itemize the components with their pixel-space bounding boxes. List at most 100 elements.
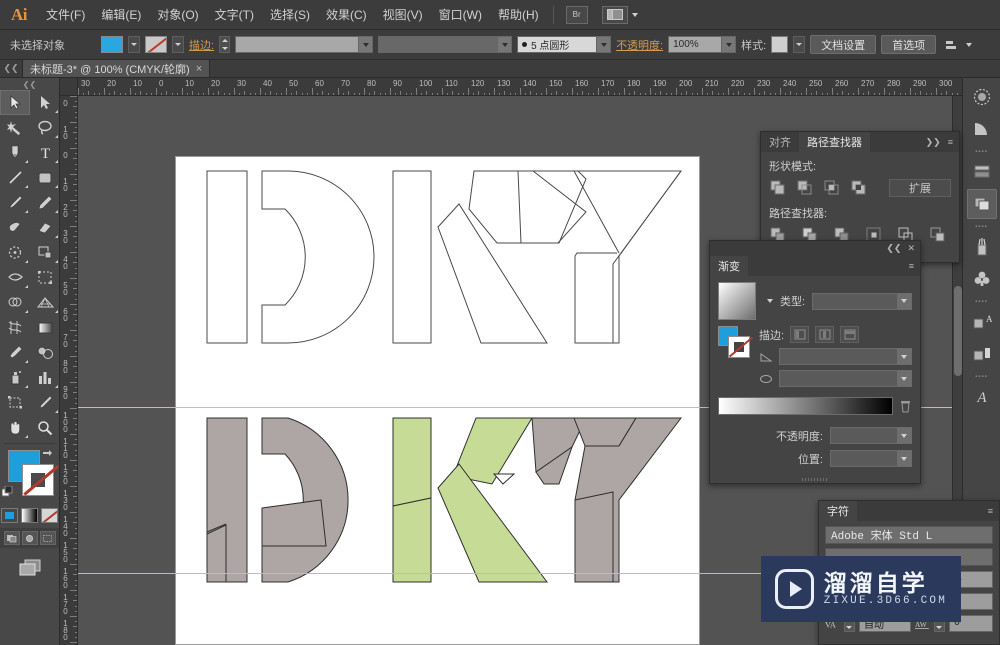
drawing-mode-normal-icon[interactable]	[3, 531, 20, 545]
font-family-field[interactable]: Adobe 宋体 Std L	[825, 526, 993, 544]
shape-builder-tool[interactable]	[0, 290, 30, 315]
exclude-icon[interactable]	[850, 179, 868, 197]
gradient-fill-stroke-indicator[interactable]	[718, 326, 752, 360]
pathfinder-panel-icon[interactable]	[966, 189, 997, 219]
type-tool[interactable]: T	[30, 140, 60, 165]
artboard-tool[interactable]	[0, 390, 30, 415]
color-panel-icon[interactable]	[967, 114, 997, 144]
selection-tool[interactable]	[0, 90, 30, 115]
gradient-panel-resize-grip[interactable]	[710, 475, 920, 483]
collapse-icon[interactable]: ❯❯	[926, 137, 941, 148]
horizontal-ruler[interactable]: 30 20 10 0 10 20 30 40 50 60 70 80 90 100 110 120 130 140…	[78, 78, 962, 96]
eyedropper-tool[interactable]	[0, 340, 30, 365]
paragraph-styles-panel-icon[interactable]	[967, 339, 997, 369]
chevron-down-icon[interactable]	[966, 42, 973, 47]
graphic-style-swatch[interactable]	[771, 36, 789, 53]
ruler-origin-corner[interactable]	[60, 78, 78, 96]
menu-edit[interactable]: 编辑(E)	[93, 0, 149, 30]
gradient-mode-button[interactable]	[21, 508, 38, 523]
opacity-label[interactable]: 不透明度:	[616, 37, 663, 53]
delete-stop-icon[interactable]	[899, 399, 912, 413]
chevron-down-icon[interactable]	[631, 12, 638, 17]
gradient-panel[interactable]: ❮❮ ✕ 渐变 ≡ 类型: 描边: 不透明度: 位置:	[709, 240, 921, 484]
color-guide-icon[interactable]	[967, 82, 997, 112]
default-fill-stroke-icon[interactable]	[2, 486, 14, 498]
free-transform-tool[interactable]	[30, 265, 60, 290]
blob-brush-tool[interactable]	[0, 215, 30, 240]
symbols-panel-icon[interactable]	[967, 264, 997, 294]
menu-select[interactable]: 选择(S)	[262, 0, 318, 30]
stroke-weight-stepper[interactable]	[219, 36, 231, 53]
stroke-weight-combo[interactable]	[235, 36, 374, 53]
scale-tool[interactable]	[30, 240, 60, 265]
fill-swatch-dropdown[interactable]	[128, 36, 140, 53]
column-graph-tool[interactable]	[30, 365, 60, 390]
stroke-profile-combo[interactable]	[378, 36, 513, 53]
blend-tool[interactable]	[30, 340, 60, 365]
tools-panel-grip[interactable]: ❮❮	[0, 78, 59, 90]
tab-align[interactable]: 对齐	[761, 132, 799, 152]
arrange-documents-icon[interactable]	[601, 5, 628, 24]
stroke-weight-label[interactable]: 描边:	[189, 37, 214, 53]
screen-mode-toggle[interactable]	[0, 558, 59, 576]
tab-pathfinder[interactable]: 路径查找器	[799, 132, 870, 152]
unite-icon[interactable]	[769, 179, 787, 197]
width-tool[interactable]	[0, 265, 30, 290]
artboard[interactable]	[175, 156, 700, 645]
minus-back-icon[interactable]	[929, 226, 947, 244]
panel-collapse-grip[interactable]: ❮❮	[0, 59, 22, 77]
panel-menu-icon[interactable]: ≡	[988, 506, 993, 516]
brushes-panel-icon[interactable]	[967, 232, 997, 262]
intersect-icon[interactable]	[823, 179, 841, 197]
menu-effect[interactable]: 效果(C)	[318, 0, 375, 30]
control-bar-overflow[interactable]	[945, 39, 973, 51]
gradient-preset-chevron-icon[interactable]	[767, 299, 773, 303]
opacity-caret[interactable]	[722, 36, 737, 53]
rectangle-tool[interactable]	[30, 165, 60, 190]
drawing-mode-behind-icon[interactable]	[21, 531, 38, 545]
paintbrush-tool[interactable]	[0, 190, 30, 215]
dky-filled-artwork[interactable]	[176, 412, 701, 612]
bridge-icon[interactable]: Br	[565, 5, 588, 24]
pencil-tool[interactable]	[30, 190, 60, 215]
minus-front-icon[interactable]	[796, 179, 814, 197]
perspective-grid-tool[interactable]	[30, 290, 60, 315]
none-mode-button[interactable]	[41, 508, 58, 523]
gradient-thumbnail[interactable]	[718, 282, 756, 320]
drawing-mode-inside-icon[interactable]	[39, 531, 56, 545]
pen-tool[interactable]	[0, 140, 30, 165]
line-segment-tool[interactable]	[0, 165, 30, 190]
hand-tool[interactable]	[0, 415, 30, 440]
magic-wand-tool[interactable]	[0, 115, 30, 140]
gradient-location-field[interactable]	[830, 450, 912, 467]
collapse-icon[interactable]: ❮❮	[886, 243, 901, 254]
stroke-color-swatch[interactable]	[145, 36, 167, 53]
tab-character[interactable]: 字符	[819, 501, 857, 521]
gradient-opacity-field[interactable]	[830, 427, 912, 444]
fill-color-swatch[interactable]	[101, 36, 123, 53]
character-styles-panel-icon[interactable]: A	[967, 307, 997, 337]
gradient-angle-field[interactable]	[779, 348, 912, 365]
gradient-tool[interactable]	[30, 315, 60, 340]
layers-panel-icon[interactable]	[967, 157, 997, 187]
gradient-type-select[interactable]	[812, 292, 912, 310]
stroke-profile-caret[interactable]	[498, 36, 513, 53]
zoom-tool[interactable]	[30, 415, 60, 440]
gradient-aspect-field[interactable]	[779, 370, 912, 387]
opacity-combo[interactable]: 100%	[668, 36, 737, 53]
brush-definition-combo[interactable]: 5 点圆形	[517, 36, 612, 53]
gradient-panel-titlebar[interactable]: ❮❮ ✕	[710, 241, 920, 256]
menu-type[interactable]: 文字(T)	[207, 0, 262, 30]
tab-gradient[interactable]: 渐变	[710, 256, 748, 276]
brush-definition-caret[interactable]	[597, 36, 612, 53]
preferences-button[interactable]: 首选项	[881, 35, 937, 54]
vertical-ruler[interactable]: 0 10 0 10 20 30 40 50 60 70 80 90 100 110 120 130 140 150…	[60, 96, 78, 645]
dky-outline-artwork[interactable]	[176, 157, 701, 407]
close-icon[interactable]: ×	[196, 63, 202, 75]
stroke-gradient-within-icon[interactable]	[790, 326, 810, 343]
scrollbar-thumb[interactable]	[954, 286, 962, 376]
symbol-sprayer-tool[interactable]	[0, 365, 30, 390]
swap-fill-stroke-icon[interactable]	[41, 448, 53, 460]
glyphs-panel-icon[interactable]: A	[967, 382, 997, 412]
gradient-slider[interactable]	[718, 397, 893, 415]
